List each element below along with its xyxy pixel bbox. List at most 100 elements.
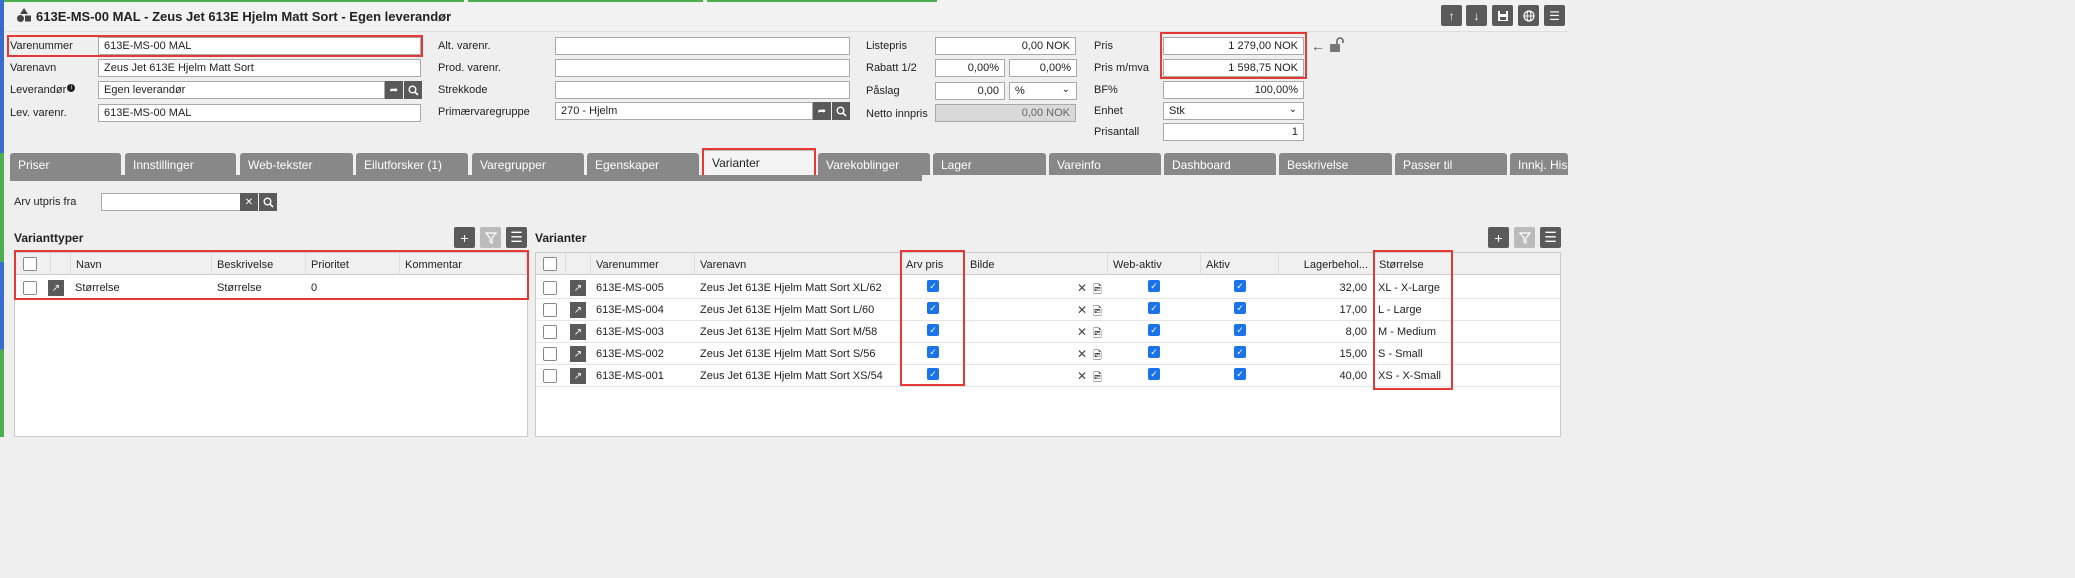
tab-varekoblinger[interactable]: Varekoblinger [818, 153, 930, 175]
arrow-left-icon[interactable]: ← [1311, 38, 1325, 54]
header-varenavn[interactable]: Varenavn [695, 253, 901, 275]
altvarenr-input[interactable] [555, 37, 850, 55]
tab-priser[interactable]: Priser [10, 153, 121, 175]
tab-innstillinger[interactable]: Innstillinger [125, 153, 236, 175]
leverandor-input[interactable]: Egen leverandør [98, 81, 385, 99]
row-checkbox[interactable] [543, 325, 557, 339]
tab-varegrupper[interactable]: Varegrupper [472, 153, 584, 175]
listepris-input[interactable]: 0,00 NOK [935, 37, 1076, 55]
varegruppe-goto-button[interactable]: ➦ [813, 102, 831, 120]
image-file-icon[interactable]: 🖻 [1093, 325, 1102, 344]
paslag-unit-select[interactable]: % ⌄ [1009, 82, 1077, 100]
table-row[interactable]: ↗ 613E-MS-003 Zeus Jet 613E Hjelm Matt S… [536, 321, 1560, 343]
arv-pris-checkbox[interactable]: ✓ [927, 346, 939, 358]
web-aktiv-checkbox[interactable]: ✓ [1148, 302, 1160, 314]
paslag-input[interactable]: 0,00 [935, 82, 1005, 100]
header-bilde[interactable]: Bilde [965, 253, 1108, 275]
header-beskrivelse[interactable]: Beskrivelse [212, 253, 306, 275]
image-file-icon[interactable]: 🖻 [1093, 369, 1102, 388]
table-row[interactable]: ↗ 613E-MS-005 Zeus Jet 613E Hjelm Matt S… [536, 277, 1560, 299]
aktiv-checkbox[interactable]: ✓ [1234, 302, 1246, 314]
open-row-button[interactable]: ↗ [570, 368, 586, 384]
varianttyper-filter-button[interactable] [480, 227, 501, 248]
arrow-up-button[interactable]: ↑ [1441, 5, 1462, 26]
table-row[interactable]: ↗ 613E-MS-004 Zeus Jet 613E Hjelm Matt S… [536, 299, 1560, 321]
row-checkbox[interactable] [543, 303, 557, 317]
table-row[interactable]: ↗ 613E-MS-002 Zeus Jet 613E Hjelm Matt S… [536, 343, 1560, 365]
row-checkbox[interactable] [543, 369, 557, 383]
varianter-filter-button[interactable] [1514, 227, 1535, 248]
menu-button[interactable]: ☰ [1544, 5, 1565, 26]
prisantall-input[interactable]: 1 [1163, 123, 1304, 141]
arv-utpris-input[interactable] [101, 193, 241, 211]
prodvarenr-input[interactable] [555, 59, 850, 77]
tab-scrollbar[interactable] [10, 175, 922, 181]
rabatt1-input[interactable]: 0,00% [935, 59, 1005, 77]
clear-image-icon[interactable]: ✕ [1077, 369, 1087, 383]
header-lagerbeholdning[interactable]: Lagerbehol... [1279, 253, 1374, 275]
varianter-menu-button[interactable]: ☰ [1540, 227, 1561, 248]
tab-beskrivelse[interactable]: Beskrivelse [1279, 153, 1392, 175]
web-aktiv-checkbox[interactable]: ✓ [1148, 280, 1160, 292]
header-kommentar[interactable]: Kommentar [400, 253, 527, 275]
header-prioritet[interactable]: Prioritet [306, 253, 400, 275]
select-all-checkbox[interactable] [23, 257, 37, 271]
primarvaregruppe-input[interactable]: 270 - Hjelm [555, 102, 813, 120]
header-aktiv[interactable]: Aktiv [1201, 253, 1279, 275]
bf-input[interactable]: 100,00% [1163, 81, 1304, 99]
clear-image-icon[interactable]: ✕ [1077, 303, 1087, 317]
image-file-icon[interactable]: 🖻 [1093, 281, 1102, 300]
leverandor-goto-button[interactable]: ➦ [385, 81, 403, 99]
varenavn-input[interactable]: Zeus Jet 613E Hjelm Matt Sort [98, 59, 421, 77]
varegruppe-search-button[interactable] [832, 102, 850, 120]
enhet-select[interactable]: Stk ⌄ [1163, 102, 1304, 120]
tab-varianter[interactable]: Varianter [703, 150, 815, 176]
tab-filutforsker[interactable]: Eilutforsker (1) [356, 153, 468, 175]
table-row[interactable]: ↗ 613E-MS-001 Zeus Jet 613E Hjelm Matt S… [536, 365, 1560, 387]
web-aktiv-checkbox[interactable]: ✓ [1148, 346, 1160, 358]
header-web-aktiv[interactable]: Web-aktiv [1108, 253, 1201, 275]
save-button[interactable] [1492, 5, 1513, 26]
header-arv-pris[interactable]: Arv pris [901, 253, 965, 275]
open-row-button[interactable]: ↗ [570, 324, 586, 340]
varianttyper-add-button[interactable]: + [454, 227, 475, 248]
tab-dashboard[interactable]: Dashboard [1164, 153, 1276, 175]
aktiv-checkbox[interactable]: ✓ [1234, 280, 1246, 292]
arv-pris-checkbox[interactable]: ✓ [927, 280, 939, 292]
varenummer-input[interactable]: 613E-MS-00 MAL [98, 37, 421, 55]
leverandor-search-button[interactable] [404, 81, 422, 99]
web-aktiv-checkbox[interactable]: ✓ [1148, 368, 1160, 380]
header-navn[interactable]: Navn [71, 253, 212, 275]
tab-lager[interactable]: Lager [933, 153, 1046, 175]
header-varenummer[interactable]: Varenummer [591, 253, 695, 275]
aktiv-checkbox[interactable]: ✓ [1234, 368, 1246, 380]
open-row-button[interactable]: ↗ [570, 280, 586, 296]
arv-clear-button[interactable]: ✕ [240, 193, 258, 211]
arrow-down-button[interactable]: ↓ [1466, 5, 1487, 26]
row-checkbox[interactable] [23, 281, 37, 295]
levvarenr-input[interactable]: 613E-MS-00 MAL [98, 104, 421, 122]
clear-image-icon[interactable]: ✕ [1077, 281, 1087, 295]
tab-vareinfo[interactable]: Vareinfo [1049, 153, 1161, 175]
row-checkbox[interactable] [543, 347, 557, 361]
arv-pris-checkbox[interactable]: ✓ [927, 324, 939, 336]
arv-pris-checkbox[interactable]: ✓ [927, 368, 939, 380]
tab-passer-til[interactable]: Passer til [1395, 153, 1507, 175]
arv-search-button[interactable] [259, 193, 277, 211]
globe-button[interactable] [1518, 5, 1539, 26]
table-row[interactable]: ↗ Størrelse Størrelse 0 [15, 277, 527, 299]
prismva-input[interactable]: 1 598,75 NOK [1163, 59, 1304, 77]
clear-image-icon[interactable]: ✕ [1077, 325, 1087, 339]
open-row-button[interactable]: ↗ [570, 302, 586, 318]
varianttyper-menu-button[interactable]: ☰ [506, 227, 527, 248]
arv-pris-checkbox[interactable]: ✓ [927, 302, 939, 314]
tab-web-tekster[interactable]: Web-tekster [240, 153, 353, 175]
unlock-icon[interactable] [1328, 37, 1346, 53]
pris-input[interactable]: 1 279,00 NOK [1163, 37, 1304, 55]
rabatt2-input[interactable]: 0,00% [1009, 59, 1077, 77]
open-row-button[interactable]: ↗ [570, 346, 586, 362]
strekkode-input[interactable] [555, 81, 850, 99]
varianter-add-button[interactable]: + [1488, 227, 1509, 248]
aktiv-checkbox[interactable]: ✓ [1234, 324, 1246, 336]
tab-egenskaper[interactable]: Egenskaper [587, 153, 699, 175]
